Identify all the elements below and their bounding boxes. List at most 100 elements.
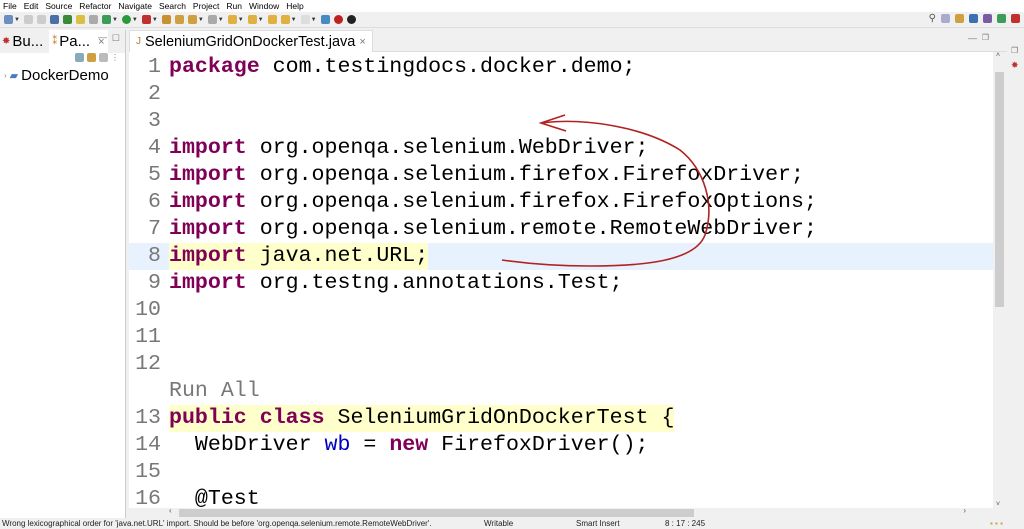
- open-perspective-icon[interactable]: [941, 14, 950, 23]
- save-all-icon[interactable]: [36, 15, 46, 24]
- restore-editor-icon[interactable]: ❐: [982, 33, 989, 42]
- code-text: Run All: [169, 378, 260, 405]
- line-number: 8: [148, 244, 161, 268]
- code-line[interactable]: 4 import org.openqa.selenium.WebDriver;: [129, 135, 993, 162]
- line-number: 10: [135, 298, 161, 322]
- code-text: WebDriver wb = new FirefoxDriver();: [169, 432, 649, 459]
- keyword: import: [169, 244, 247, 268]
- view-menu-icon[interactable]: ⋮: [111, 53, 119, 63]
- code-line[interactable]: 2: [129, 81, 993, 108]
- whitespace-icon[interactable]: [88, 15, 98, 24]
- back-icon[interactable]: [280, 15, 290, 24]
- run-icon[interactable]: [121, 15, 131, 24]
- code-editor[interactable]: 1 package com.testingdocs.docker.demo; 2 3 4…: [129, 52, 993, 508]
- tree-item-project[interactable]: › ▰ DockerDemo: [4, 67, 109, 84]
- cloud-icon[interactable]: [346, 15, 356, 24]
- code-line[interactable]: 10: [129, 297, 993, 324]
- scroll-right-icon[interactable]: ›: [963, 506, 966, 515]
- menu-navigate[interactable]: Navigate: [118, 0, 152, 12]
- filter-icon[interactable]: [99, 53, 108, 62]
- vertical-scroll-thumb[interactable]: [995, 72, 1004, 307]
- menu-edit[interactable]: Edit: [24, 0, 39, 12]
- forward-icon[interactable]: [300, 15, 310, 24]
- menu-project[interactable]: Project: [193, 0, 219, 12]
- prev-annotation-icon[interactable]: [247, 15, 257, 24]
- menu-file[interactable]: File: [3, 0, 17, 12]
- code-line[interactable]: 9 import org.testng.annotations.Test;: [129, 270, 993, 297]
- code-line[interactable]: 11: [129, 324, 993, 351]
- annotation-icon[interactable]: [207, 15, 217, 24]
- line-number: 1: [148, 55, 161, 79]
- code-line[interactable]: 7 import org.openqa.selenium.remote.Remot…: [129, 216, 993, 243]
- tab-bundle-explorer[interactable]: ✸ Bu...: [2, 33, 43, 50]
- code-line[interactable]: 5 import org.openqa.selenium.firefox.Fire…: [129, 162, 993, 189]
- debug-icon[interactable]: [101, 15, 111, 24]
- status-tray-icons[interactable]: ▪ ▪ ▪: [990, 518, 1003, 529]
- line-number: 14: [135, 433, 161, 457]
- java-icon[interactable]: [62, 15, 72, 24]
- link-editor-icon[interactable]: [87, 53, 96, 62]
- keyword: import: [169, 163, 247, 187]
- code-line[interactable]: 14 WebDriver wb = new FirefoxDriver();: [129, 432, 993, 459]
- field-name: wb: [324, 433, 351, 457]
- code-line[interactable]: 13 public class SeleniumGridOnDockerTest …: [129, 405, 993, 432]
- quick-access-search-icon[interactable]: ⚲: [929, 13, 936, 24]
- save-icon[interactable]: [23, 15, 33, 24]
- mark-occurrences-icon[interactable]: [75, 15, 85, 24]
- horizontal-scrollbar[interactable]: ‹ ›: [129, 506, 1006, 518]
- code-line[interactable]: 8 import java.net.URL;: [129, 243, 993, 270]
- code-line[interactable]: 16 @Test: [129, 486, 993, 508]
- line-number: 15: [135, 460, 161, 484]
- java-ee-perspective-icon[interactable]: [955, 14, 964, 23]
- code-text: @Test: [169, 486, 260, 508]
- class-name: SeleniumGridOnDockerTest {: [324, 406, 675, 430]
- restore-icon[interactable]: ❐: [1011, 46, 1018, 55]
- external-tools-icon[interactable]: [141, 15, 151, 24]
- collapse-all-icon[interactable]: [75, 53, 84, 62]
- tab-editor-file[interactable]: J SeleniumGridOnDockerTest.java ×: [129, 30, 373, 52]
- annotation: @Test: [169, 487, 260, 508]
- horizontal-scroll-thumb[interactable]: [179, 509, 694, 517]
- vertical-scrollbar[interactable]: ˄ ˅: [993, 52, 1006, 508]
- menu-run[interactable]: Run: [226, 0, 242, 12]
- line-number: 16: [135, 487, 161, 508]
- scroll-up-icon[interactable]: ˄: [996, 52, 1000, 59]
- code-line[interactable]: 15: [129, 459, 993, 486]
- open-type-icon[interactable]: [161, 15, 171, 24]
- code-line[interactable]: 3: [129, 108, 993, 135]
- code-line[interactable]: 1 package com.testingdocs.docker.demo;: [129, 54, 993, 81]
- minimize-editor-icon[interactable]: —: [968, 33, 977, 43]
- code-text: import org.openqa.selenium.firefox.Firef…: [169, 189, 817, 216]
- debug-perspective-icon[interactable]: [997, 14, 1006, 23]
- scroll-left-icon[interactable]: ‹: [169, 506, 172, 515]
- open-folder-icon[interactable]: [174, 15, 184, 24]
- python-perspective-icon[interactable]: [969, 14, 978, 23]
- run-all-code-lens[interactable]: Run All: [169, 379, 260, 403]
- menu-search[interactable]: Search: [159, 0, 186, 12]
- last-edit-icon[interactable]: [267, 15, 277, 24]
- close-tab-icon[interactable]: ×: [359, 36, 365, 48]
- code-text: import org.openqa.selenium.WebDriver;: [169, 135, 648, 162]
- expand-chevron-icon[interactable]: ›: [4, 71, 7, 80]
- menu-source[interactable]: Source: [45, 0, 72, 12]
- terminal-icon[interactable]: [49, 15, 59, 24]
- code-line[interactable]: Run All: [129, 378, 993, 405]
- code-line[interactable]: 6 import org.openqa.selenium.firefox.Fire…: [129, 189, 993, 216]
- menu-refactor[interactable]: Refactor: [79, 0, 111, 12]
- minimize-icon[interactable]: —: [98, 32, 107, 42]
- menu-window[interactable]: Window: [249, 0, 279, 12]
- redhat-icon[interactable]: [333, 15, 343, 24]
- java-perspective-icon[interactable]: [1011, 14, 1020, 23]
- search-icon[interactable]: [187, 15, 197, 24]
- maximize-icon[interactable]: ☐: [112, 33, 120, 44]
- status-writable: Writable: [484, 519, 514, 528]
- bug-view-icon[interactable]: ✸: [1011, 60, 1019, 71]
- git-perspective-icon[interactable]: [983, 14, 992, 23]
- menu-help[interactable]: Help: [286, 0, 303, 12]
- scroll-down-icon[interactable]: ˅: [996, 501, 1000, 508]
- pin-editor-icon[interactable]: [320, 15, 330, 24]
- new-icon[interactable]: [4, 15, 13, 24]
- code-line[interactable]: 12: [129, 351, 993, 378]
- next-annotation-icon[interactable]: [227, 15, 237, 24]
